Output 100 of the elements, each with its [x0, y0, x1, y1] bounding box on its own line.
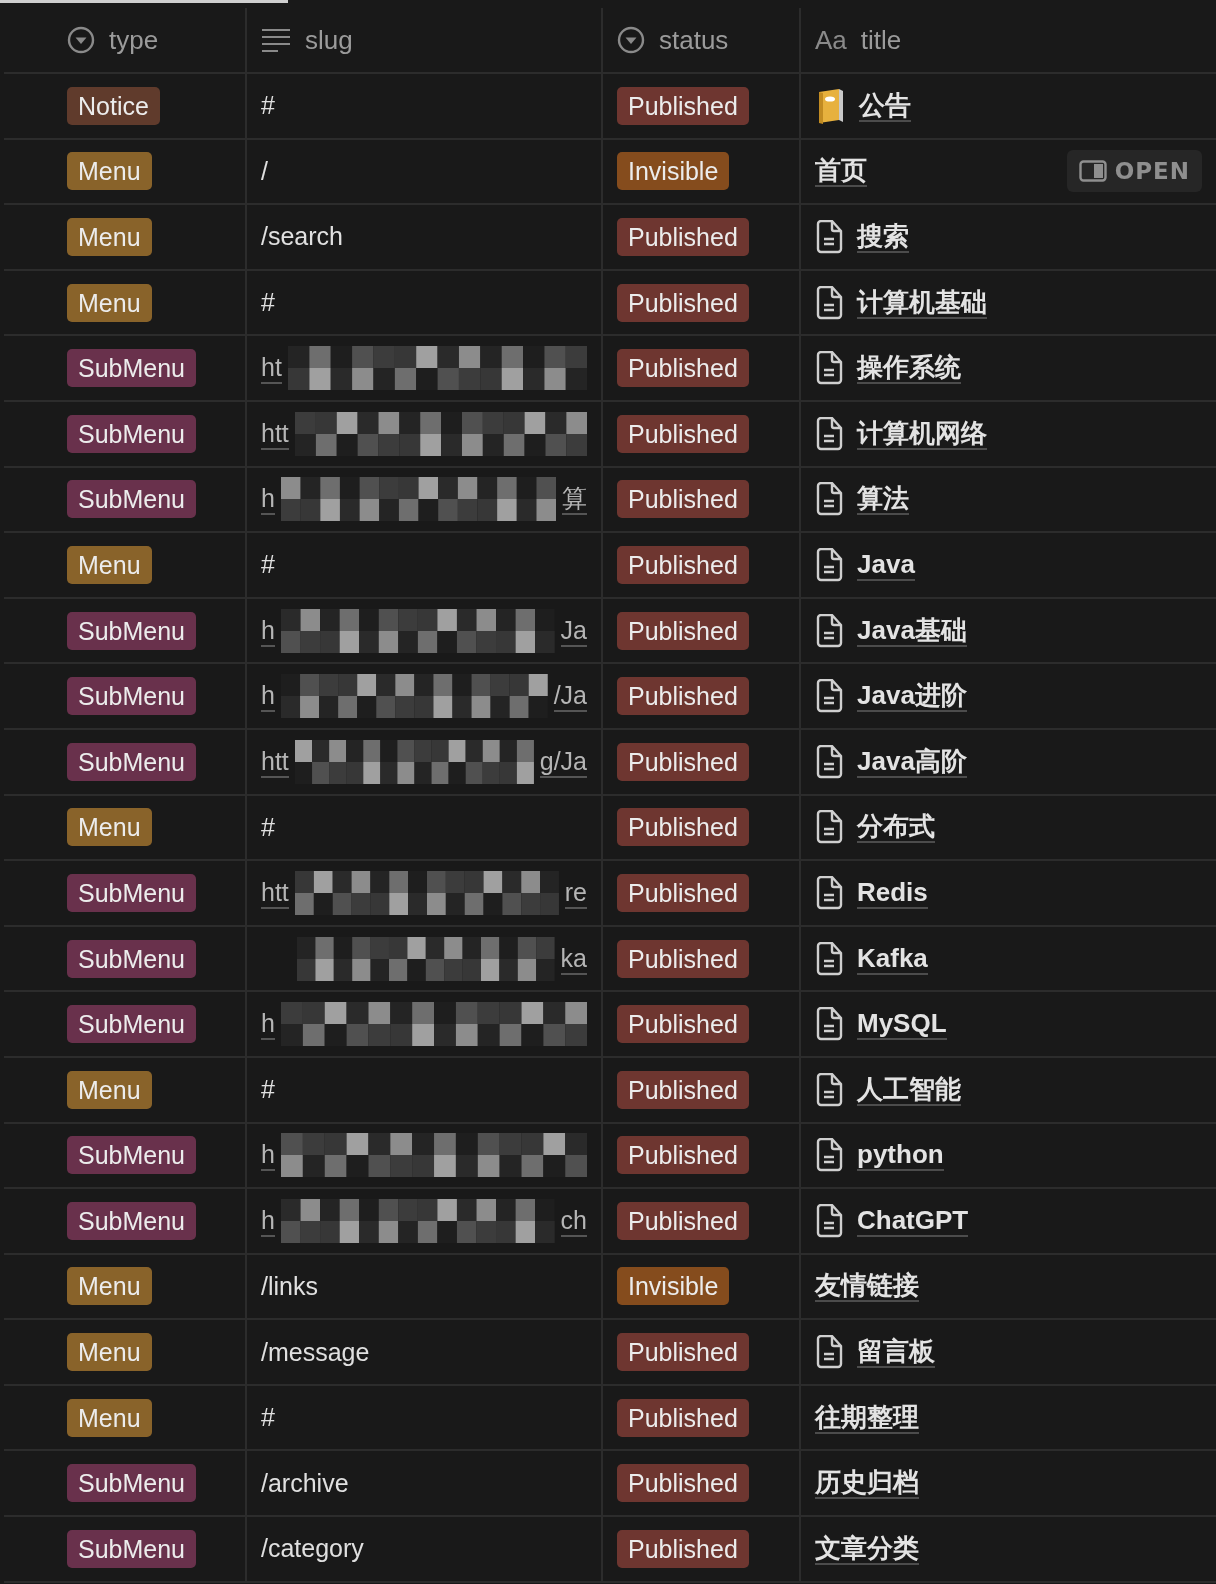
page-title-link[interactable]: 计算机基础: [857, 286, 987, 319]
type-tag: Menu: [67, 808, 152, 847]
page-icon: [815, 1203, 843, 1238]
type-tag: SubMenu: [67, 611, 197, 650]
page-title-link[interactable]: 公告: [859, 89, 911, 122]
page-icon: [815, 1007, 843, 1042]
slug-text: /category: [261, 1534, 364, 1564]
slug-link[interactable]: h: [261, 1139, 275, 1172]
type-tag: SubMenu: [67, 873, 197, 912]
slug-link[interactable]: htt: [261, 745, 289, 778]
slug-text: #: [261, 91, 275, 121]
page-title-link[interactable]: 操作系统: [857, 352, 961, 385]
slug-link[interactable]: htt: [261, 417, 289, 450]
slug-link[interactable]: h: [261, 483, 275, 516]
type-tag: SubMenu: [67, 1201, 197, 1240]
slug-link[interactable]: /Ja: [553, 680, 587, 713]
slug-link[interactable]: h: [261, 614, 275, 647]
column-header[interactable]: type: [109, 24, 159, 56]
page-icon: [815, 547, 843, 582]
page-title-link[interactable]: Java: [857, 548, 915, 581]
page-icon: [815, 941, 843, 976]
slug-text: #: [261, 550, 275, 580]
slug-text: /links: [261, 1272, 318, 1301]
type-tag: SubMenu: [67, 939, 197, 978]
status-tag: Invisible: [617, 152, 730, 191]
slug-link[interactable]: ch: [560, 1204, 587, 1237]
column-header[interactable]: title: [860, 24, 902, 56]
page-icon: [815, 416, 843, 451]
slug-link[interactable]: ka: [560, 942, 587, 975]
status-tag: Published: [617, 939, 749, 978]
status-tag: Published: [617, 742, 749, 781]
slug-link[interactable]: re: [564, 876, 587, 909]
page-title-link[interactable]: 友情链接: [815, 1270, 919, 1303]
status-tag: Published: [617, 873, 749, 912]
status-tag: Published: [617, 1398, 749, 1437]
type-tag: SubMenu: [67, 414, 197, 453]
status-tag: Published: [617, 1070, 749, 1109]
slug-text: #: [261, 812, 275, 842]
status-tag: Published: [617, 86, 749, 125]
page-title-link[interactable]: 分布式: [857, 811, 935, 844]
page-icon: [815, 875, 843, 910]
status-tag: Published: [617, 283, 749, 322]
slug-link[interactable]: h: [261, 1204, 275, 1237]
page-title-link[interactable]: 往期整理: [815, 1401, 919, 1434]
status-tag: Published: [617, 1005, 749, 1044]
column-header[interactable]: status: [659, 24, 729, 56]
page-title-link[interactable]: MySQL: [857, 1008, 947, 1041]
slug-link[interactable]: Ja: [560, 614, 587, 647]
slug-text: /message: [261, 1337, 370, 1367]
page-title-link[interactable]: Java基础: [857, 614, 967, 647]
status-tag: Published: [617, 1201, 749, 1240]
page-title-link[interactable]: python: [857, 1139, 944, 1172]
page-title-link[interactable]: Java高阶: [857, 745, 967, 778]
status-tag: Published: [617, 414, 749, 453]
type-tag: Menu: [67, 218, 152, 256]
page-title-link[interactable]: Kafka: [857, 942, 928, 975]
type-tag: Notice: [67, 86, 160, 125]
open-button[interactable]: OPEN: [1066, 150, 1202, 193]
page-icon: [815, 1335, 843, 1370]
page-title-link[interactable]: Java进阶: [857, 680, 967, 713]
type-tag: SubMenu: [67, 1529, 197, 1568]
page-title-link[interactable]: 留言板: [857, 1336, 935, 1369]
status-tag: Published: [617, 349, 749, 388]
page-title-link[interactable]: 历史归档: [815, 1467, 919, 1500]
page-icon: [815, 1138, 843, 1173]
status-tag: Published: [617, 1529, 749, 1568]
type-tag: Menu: [67, 1070, 152, 1109]
page-icon: [815, 351, 843, 386]
slug-link[interactable]: h: [261, 680, 275, 713]
slug-link[interactable]: g/Ja: [539, 745, 587, 778]
status-tag: Invisible: [617, 1267, 730, 1306]
type-tag: Menu: [67, 152, 152, 191]
slug-link[interactable]: ht: [261, 352, 282, 385]
page-title-link[interactable]: ChatGPT: [857, 1204, 969, 1237]
page-title-link[interactable]: 搜索: [857, 221, 909, 253]
column-header[interactable]: slug: [305, 24, 353, 56]
slug-text: /: [261, 156, 268, 186]
page-title-link[interactable]: 首页: [815, 155, 867, 188]
page-icon: [815, 679, 843, 714]
page-title-link[interactable]: 人工智能: [857, 1073, 961, 1106]
status-tag: Published: [617, 1333, 749, 1372]
page-title-link[interactable]: 算法: [857, 483, 909, 516]
status-tag: Published: [617, 1464, 749, 1503]
type-tag: Menu: [67, 1333, 152, 1372]
type-tag: SubMenu: [67, 349, 197, 388]
status-tag: Published: [617, 808, 749, 847]
title-type-icon: Aa: [815, 24, 847, 56]
page-title-link[interactable]: 计算机网络: [857, 417, 987, 450]
slug-link[interactable]: h: [261, 1008, 275, 1041]
dropdown-icon: [67, 26, 95, 54]
slug-text: #: [261, 1403, 275, 1433]
type-tag: Menu: [67, 545, 152, 584]
slug-link[interactable]: 算: [562, 483, 587, 516]
slug-link[interactable]: htt: [261, 876, 289, 909]
page-icon: [815, 810, 843, 845]
page-icon: [815, 613, 843, 648]
type-tag: Menu: [67, 1398, 152, 1437]
status-tag: Published: [617, 218, 749, 256]
page-title-link[interactable]: Redis: [857, 876, 928, 909]
page-title-link[interactable]: 文章分类: [815, 1532, 919, 1565]
